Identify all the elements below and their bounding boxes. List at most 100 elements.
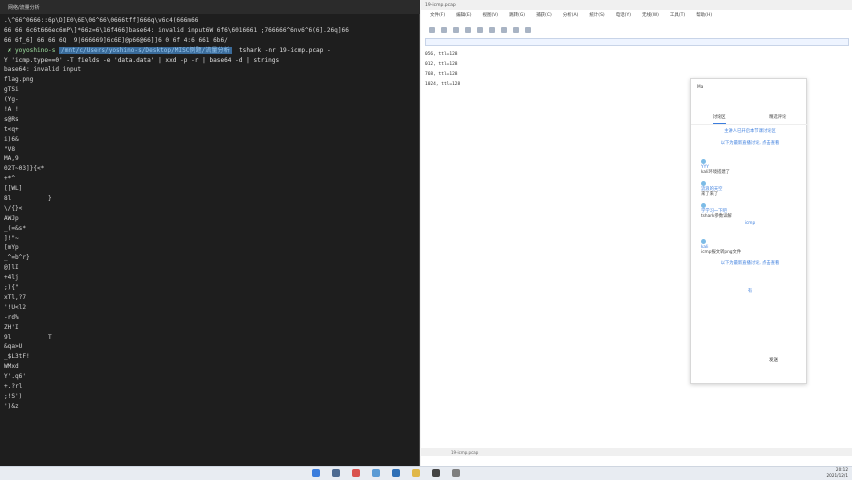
chat-text: 以下为最新直播讨论, 点击查看 — [720, 141, 780, 146]
prompt-line: ✗ yoyoshino-s /mnt/c/Users/yoshino-s/Des… — [4, 46, 418, 56]
zoom-out-icon[interactable] — [525, 27, 531, 33]
menu-item[interactable]: 统计(S) — [589, 12, 604, 22]
chat-message: kali icmp报文转png文件 — [701, 239, 799, 255]
terminal-line: Y'.q6' — [4, 373, 27, 381]
clock[interactable]: 20:12 2021/12/1 — [818, 467, 848, 479]
prompt-command: tshark -nr 19-icmp.pcap - — [231, 46, 331, 54]
terminal-line: gTSi — [4, 86, 19, 94]
menu-item[interactable]: 电话(Y) — [616, 12, 631, 22]
packet-row[interactable]: 012, ttl=128 — [425, 60, 685, 70]
terminal-line: [[WL] — [4, 185, 23, 193]
terminal-line: +*^ — [4, 175, 16, 183]
terminal-line: 02T~03]}{<* — [4, 165, 45, 173]
avatar-icon — [701, 181, 706, 186]
search-icon[interactable] — [477, 27, 483, 33]
terminal-line: _$L3tF! — [4, 353, 30, 361]
terminal-line: _^=b^r} — [4, 254, 30, 262]
packet-row[interactable]: 056, ttl=128 — [425, 50, 685, 60]
tab-featured[interactable]: 精选评论 — [769, 115, 786, 124]
terminal-line: MA,9 — [4, 155, 19, 163]
packet-list[interactable]: 056, ttl=128 012, ttl=128 768, ttl=128 1024… — [425, 50, 685, 90]
forward-icon[interactable] — [501, 27, 507, 33]
terminal-line: ;!S') — [4, 392, 23, 400]
status-file: 19-icmp.pcap — [451, 449, 479, 455]
status-bar: 19-icmp.pcap — [421, 448, 852, 456]
terminal-line: WMxd — [4, 363, 19, 371]
terminal-line: +.?rl — [4, 382, 23, 390]
menu-item[interactable]: 帮助(H) — [696, 12, 712, 22]
packet-row[interactable]: 1024, ttl=128 — [425, 80, 685, 90]
menu-item[interactable]: 工具(T) — [670, 12, 685, 22]
menu-item[interactable]: 分析(A) — [563, 12, 579, 22]
terminal-line: ;){" — [4, 284, 19, 292]
terminal-title: 网络/流量分析 — [8, 4, 40, 11]
close-file-icon[interactable] — [453, 27, 459, 33]
prompt-user: ✗ yoyoshino-s — [4, 46, 60, 54]
terminal-line: 66 6f_6] 66 66 6Q 9|666669]6c6E]@p66@66]… — [4, 36, 228, 44]
toolbar[interactable] — [421, 24, 852, 36]
folder-icon[interactable] — [412, 469, 420, 477]
chat-text: 有 — [747, 289, 753, 294]
back-icon[interactable] — [489, 27, 495, 33]
avatar-icon — [701, 203, 706, 208]
terminal-line: flag.png — [4, 76, 34, 84]
chat-text: icmp — [744, 221, 756, 226]
chat-message: YYY kali环境搭建了 — [701, 159, 799, 175]
chat-panel[interactable]: Ma 讨论区 精选评论 主讲人已开启本节课讨论区 以下为最新直播讨论, 点击查看 Y… — [690, 78, 808, 384]
terminal-line: ]!"~ — [4, 234, 19, 242]
chat-title: Ma — [697, 85, 704, 90]
file-title: 19-icmp.pcap — [425, 2, 456, 8]
search-taskbar-icon[interactable] — [332, 469, 340, 477]
open-icon[interactable] — [429, 27, 435, 33]
avatar-icon — [701, 239, 706, 244]
packet-row[interactable]: 768, ttl=128 — [425, 70, 685, 80]
terminal-line: \/{}< — [4, 204, 23, 212]
terminal-window[interactable]: 网络/流量分析 .\^66^0666::6p\D]E0\6E\06^66\066… — [0, 0, 420, 466]
terminal-line: (Yg- — [4, 96, 19, 104]
terminal-line: -rd% — [4, 313, 19, 321]
clock-date: 2021/12/1 — [826, 473, 848, 478]
chat-header: Ma — [697, 85, 797, 90]
terminal-line: 9l T — [4, 333, 52, 341]
terminal-icon[interactable] — [432, 469, 440, 477]
menu-item[interactable]: 无线(W) — [642, 12, 659, 22]
chat-text: 以下为最新直播讨论, 点击查看 — [720, 261, 780, 266]
vscode-icon[interactable] — [392, 469, 400, 477]
start-icon[interactable] — [312, 469, 320, 477]
chat-text: 来了来了 — [701, 192, 719, 198]
settings-icon[interactable] — [452, 469, 460, 477]
menu-item[interactable]: 编辑(E) — [456, 12, 471, 22]
chat-text: icmp报文转png文件 — [701, 250, 742, 256]
browser-icon[interactable] — [372, 469, 380, 477]
menu-item[interactable]: 捕获(C) — [536, 12, 552, 22]
avatar-icon — [701, 159, 706, 164]
terminal-line: &qa>U — [4, 343, 23, 351]
tab-discussion[interactable]: 讨论区 — [712, 115, 726, 124]
terminal-line: xTl,?7 — [4, 293, 27, 301]
terminal-line: AWJp — [4, 214, 19, 222]
app-icon[interactable] — [352, 469, 360, 477]
chat-message: 以下为最新直播讨论, 点击查看 — [701, 141, 799, 146]
terminal-output[interactable]: .\^66^0666::6p\D]E0\6E\06^66\0666tff]666… — [4, 16, 418, 464]
send-button[interactable]: 发送 — [769, 357, 778, 363]
prompt-command-cont: Y 'icmp.type==0' -T fields -e 'data.data… — [4, 56, 280, 64]
chat-message: 流浪的天空 来了来了 — [701, 181, 799, 197]
terminal-line: i)6& — [4, 135, 19, 143]
terminal-line: [mYp — [4, 244, 19, 252]
chat-message: icmp — [701, 221, 799, 226]
terminal-line: ZH'I — [4, 323, 19, 331]
menu-item[interactable]: 文件(F) — [430, 12, 445, 22]
reload-icon[interactable] — [465, 27, 471, 33]
menu-bar[interactable]: 文件(F) 编辑(E) 视图(V) 跳转(G) 捕获(C) 分析(A) 统计(S) 电话(Y)… — [421, 12, 852, 22]
display-filter-input[interactable] — [425, 38, 849, 46]
taskbar — [0, 466, 852, 480]
chat-tabs[interactable]: 讨论区 精选评论 — [691, 115, 808, 125]
menu-item[interactable]: 视图(V) — [482, 12, 498, 22]
chat-message: 以下为最新直播讨论, 点击查看 — [701, 261, 799, 266]
menu-item[interactable]: 跳转(G) — [509, 12, 525, 22]
save-icon[interactable] — [441, 27, 447, 33]
terminal-line: '!U<l2 — [4, 303, 27, 311]
terminal-line: !A ! — [4, 106, 19, 114]
zoom-in-icon[interactable] — [513, 27, 519, 33]
terminal-titlebar: 网络/流量分析 — [0, 0, 420, 14]
